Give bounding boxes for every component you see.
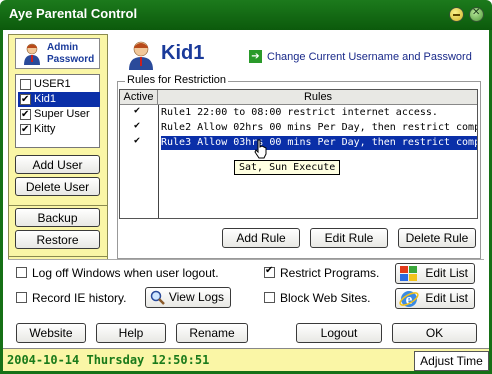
edit-list-label-1: Edit List	[425, 266, 468, 280]
user-name: USER1	[34, 78, 71, 90]
block-sites-label: Block Web Sites.	[280, 291, 371, 305]
rule-row[interactable]: Rule3 Allow 03hrs 00 mins Per Day, then …	[120, 134, 477, 150]
delete-rule-button[interactable]: Delete Rule	[398, 228, 476, 248]
magnifier-icon	[150, 290, 165, 305]
close-icon[interactable]	[469, 7, 484, 22]
windows-logo-icon	[400, 266, 417, 281]
minimize-icon[interactable]	[449, 7, 464, 22]
rule-active-checkbox[interactable]	[134, 119, 145, 133]
mouse-cursor-icon	[254, 139, 267, 159]
kid-user-icon	[129, 41, 153, 70]
user-list-item[interactable]: Kitty	[18, 122, 100, 137]
user-list-item[interactable]: USER1	[18, 77, 100, 92]
user-list[interactable]: USER1 Kid1 Super User Kitty	[15, 74, 100, 148]
logoff-checkbox[interactable]	[16, 267, 27, 278]
delete-user-button[interactable]: Delete User	[15, 177, 100, 196]
column-header-active[interactable]: Active	[120, 90, 158, 105]
view-logs-button[interactable]: View Logs	[145, 287, 231, 308]
backup-button[interactable]: Backup	[15, 208, 100, 227]
rule-text: Rule2 Allow 02hrs 00 mins Per Day, then …	[161, 122, 478, 133]
rules-table[interactable]: Active Rules Rule1 22:00 to 08:00 restri…	[119, 89, 478, 219]
restrict-programs-label: Restrict Programs.	[280, 266, 380, 280]
admin-label-line1: Admin	[47, 42, 79, 53]
logout-button[interactable]: Logout	[296, 323, 382, 343]
user-name: Kitty	[34, 123, 56, 135]
ok-button[interactable]: OK	[392, 323, 477, 343]
restrict-programs-option[interactable]: Restrict Programs.	[264, 265, 394, 282]
user-list-item[interactable]: Kid1	[18, 92, 100, 107]
adjust-time-button[interactable]: Adjust Time	[414, 351, 489, 371]
add-user-button[interactable]: Add User	[15, 155, 100, 174]
current-username: Kid1	[161, 42, 205, 64]
rule-row[interactable]: Rule1 22:00 to 08:00 restrict internet a…	[120, 104, 477, 120]
user-enabled-checkbox[interactable]	[20, 79, 31, 90]
record-ie-checkbox[interactable]	[16, 292, 27, 303]
edit-list-label-2: Edit List	[425, 291, 468, 305]
title-bar[interactable]: Aye Parental Control	[0, 0, 492, 30]
user-name: Super User	[34, 108, 90, 120]
user-name: Kid1	[34, 93, 57, 105]
restore-button[interactable]: Restore	[15, 230, 100, 249]
admin-label: Admin Password	[47, 42, 94, 66]
status-datetime: 2004-10-14 Thursday 12:50:51	[7, 353, 210, 367]
record-ie-option[interactable]: Record IE history.	[16, 291, 146, 307]
rule-row[interactable]: Rule2 Allow 02hrs 00 mins Per Day, then …	[120, 119, 478, 135]
record-ie-label: Record IE history.	[32, 291, 127, 305]
user-enabled-checkbox[interactable]	[20, 92, 31, 107]
rule-text: Rule1 22:00 to 08:00 restrict internet a…	[161, 107, 438, 118]
rule-active-checkbox[interactable]	[134, 134, 145, 148]
admin-user-icon	[24, 43, 40, 65]
edit-websites-list-button[interactable]: e Edit List	[395, 288, 475, 309]
main-window: Aye Parental Control Admin Password USER…	[0, 0, 492, 374]
logoff-label: Log off Windows when user logout.	[32, 266, 219, 280]
user-enabled-checkbox[interactable]	[20, 122, 31, 137]
user-enabled-checkbox[interactable]	[20, 107, 31, 122]
restrict-programs-checkbox[interactable]	[264, 265, 275, 278]
block-sites-checkbox[interactable]	[264, 292, 275, 303]
internet-explorer-icon: e	[399, 291, 419, 308]
add-rule-button[interactable]: Add Rule	[222, 228, 300, 248]
window-title: Aye Parental Control	[9, 6, 138, 21]
edit-rule-button[interactable]: Edit Rule	[310, 228, 388, 248]
user-list-item[interactable]: Super User	[18, 107, 100, 122]
rule-text: Rule3 Allow 03hrs 00 mins Per Day, then …	[161, 136, 477, 150]
website-button[interactable]: Website	[16, 323, 86, 343]
logoff-option[interactable]: Log off Windows when user logout.	[16, 266, 246, 282]
rule-active-checkbox[interactable]	[134, 104, 145, 118]
rules-group-label: Rules for Restriction	[125, 74, 229, 86]
edit-programs-list-button[interactable]: Edit List	[395, 263, 475, 284]
arrow-right-icon[interactable]: ➔	[249, 50, 262, 63]
rename-button[interactable]: Rename	[176, 323, 248, 343]
admin-label-line2: Password	[47, 54, 95, 65]
admin-password-button[interactable]: Admin Password	[15, 38, 100, 69]
separator	[8, 259, 484, 260]
rule-tooltip: Sat, Sun Execute	[234, 160, 341, 175]
view-logs-label: View Logs	[168, 290, 224, 304]
block-sites-option[interactable]: Block Web Sites.	[264, 291, 394, 307]
column-header-rules[interactable]: Rules	[158, 90, 477, 105]
help-button[interactable]: Help	[96, 323, 166, 343]
change-credentials-link[interactable]: Change Current Username and Password	[267, 51, 472, 63]
